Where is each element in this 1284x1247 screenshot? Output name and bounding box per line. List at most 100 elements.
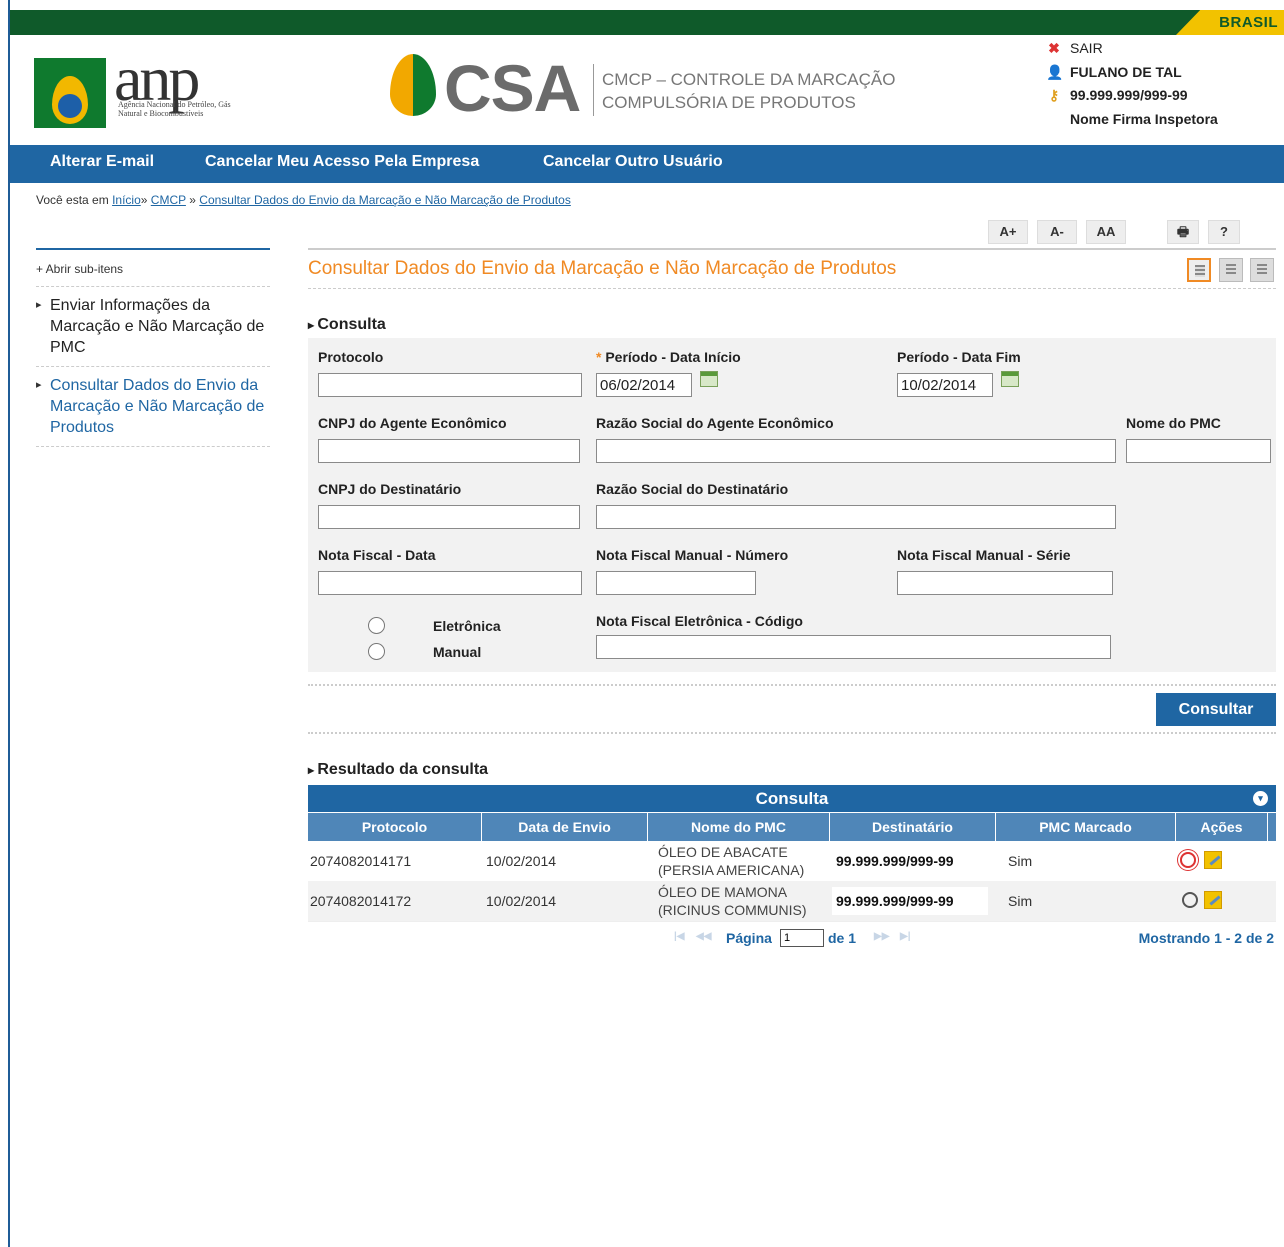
csa-subtitle-line1: CMCP – CONTROLE DA MARCAÇÃO <box>602 70 896 89</box>
view-full-icon[interactable] <box>1250 258 1274 282</box>
nf-eletronica-input[interactable] <box>596 635 1111 659</box>
breadcrumb-separator: » <box>140 193 148 207</box>
view-columns-icon[interactable] <box>1219 258 1243 282</box>
cell-nome-pmc-line2: (PERSIA AMERICANA) <box>658 862 805 878</box>
calendar-icon[interactable] <box>1001 371 1019 387</box>
logout-link[interactable]: ✖ SAIR <box>1046 38 1284 62</box>
calendar-icon[interactable] <box>700 371 718 387</box>
user-cnpj: 99.999.999/999-99 <box>1070 87 1188 103</box>
breadcrumb-current[interactable]: Consultar Dados do Envio da Marcação e N… <box>199 193 571 207</box>
view-details-icon[interactable] <box>1180 852 1196 868</box>
anp-logo[interactable]: anp Agência Nacional do Petróleo, Gás Na… <box>34 43 244 133</box>
print-icon[interactable]: 🖶 <box>1167 220 1199 244</box>
logout-label: SAIR <box>1070 40 1103 56</box>
breadcrumb-cmcp[interactable]: CMCP <box>151 193 186 207</box>
cnpj-agente-label: CNPJ do Agente Econômico <box>318 415 507 431</box>
grid-caption: Consulta ▾ <box>308 785 1276 812</box>
collapse-icon[interactable]: ▾ <box>1253 791 1268 806</box>
prev-page-icon[interactable]: ◀◀ <box>696 931 711 942</box>
data-inicio-input[interactable] <box>596 373 692 397</box>
nf-data-input[interactable] <box>318 571 582 595</box>
nf-manual-serie-input[interactable] <box>897 571 1113 595</box>
radio-manual[interactable] <box>368 643 385 660</box>
edit-icon[interactable] <box>1204 851 1222 869</box>
government-bar: BRASIL <box>10 10 1284 35</box>
sidebar-toggle[interactable]: + Abrir sub-itens <box>36 248 270 287</box>
breadcrumb-inicio[interactable]: Início <box>112 193 141 207</box>
cell-pmc-marcado: Sim <box>1008 893 1033 909</box>
cell-nome-pmc: ÓLEO DE MAMONA (RICINUS COMMUNIS) <box>658 881 807 921</box>
view-list-icon[interactable] <box>1187 258 1211 282</box>
showing-count: Mostrando 1 - 2 de 2 <box>1138 930 1274 946</box>
razao-agente-label: Razão Social do Agente Econômico <box>596 415 834 431</box>
table-row[interactable]: 2074082014172 10/02/2014 ÓLEO DE MAMONA … <box>308 881 1276 921</box>
section-resultado-heading[interactable]: Resultado da consulta <box>308 761 488 779</box>
cell-protocolo: 2074082014171 <box>310 853 412 869</box>
razao-agente-input[interactable] <box>596 439 1116 463</box>
cell-nome-pmc-line1: ÓLEO DE ABACATE <box>658 844 788 860</box>
sidebar-item-consultar[interactable]: Consultar Dados do Envio da Marcação e N… <box>36 367 270 447</box>
first-page-icon[interactable]: |◀ <box>674 931 685 942</box>
font-decrease-button[interactable]: A- <box>1037 220 1077 244</box>
font-increase-button[interactable]: A+ <box>988 220 1028 244</box>
view-details-icon[interactable] <box>1182 892 1198 908</box>
anp-drop-icon <box>52 76 88 124</box>
page-label: Página <box>726 930 772 946</box>
nf-manual-numero-input[interactable] <box>596 571 756 595</box>
user-firm-row: Nome Firma Inspetora <box>1046 109 1284 133</box>
radio-eletronica-label: Eletrônica <box>433 618 501 634</box>
cell-nome-pmc: ÓLEO DE ABACATE (PERSIA AMERICANA) <box>658 841 804 881</box>
data-fim-input[interactable] <box>897 373 993 397</box>
anp-logo-subtitle: Agência Nacional do Petróleo, Gás Natura… <box>118 100 231 118</box>
csa-drop-icon <box>390 54 436 116</box>
font-reset-button[interactable]: AA <box>1086 220 1126 244</box>
column-nome-pmc[interactable]: Nome do PMC <box>648 813 830 842</box>
user-name-row: 👤 FULANO DE TAL <box>1046 62 1284 86</box>
last-page-icon[interactable]: ▶| <box>900 931 911 942</box>
user-cnpj-row: ⚷ 99.999.999/999-99 <box>1046 85 1284 109</box>
nav-cancelar-meu-acesso[interactable]: Cancelar Meu Acesso Pela Empresa <box>205 145 479 183</box>
cnpj-dest-input[interactable] <box>318 505 580 529</box>
cnpj-agente-input[interactable] <box>318 439 580 463</box>
nome-pmc-input[interactable] <box>1126 439 1271 463</box>
nf-eletronica-label: Nota Fiscal Eletrônica - Código <box>596 613 803 629</box>
nf-manual-numero-label: Nota Fiscal Manual - Número <box>596 547 789 563</box>
table-row[interactable]: 2074082014171 10/02/2014 ÓLEO DE ABACATE… <box>308 841 1276 881</box>
page-input[interactable] <box>780 929 824 947</box>
brasil-brand[interactable]: BRASIL <box>1176 10 1284 35</box>
column-pmc-marcado[interactable]: PMC Marcado <box>996 813 1176 842</box>
close-icon: ✖ <box>1048 40 1060 56</box>
nf-data-label: Nota Fiscal - Data <box>318 547 436 563</box>
title-dots <box>308 288 1276 289</box>
column-protocolo[interactable]: Protocolo <box>308 813 482 842</box>
title-divider <box>308 248 1276 250</box>
radio-eletronica[interactable] <box>368 617 385 634</box>
nav-cancelar-outro-usuario[interactable]: Cancelar Outro Usuário <box>543 145 723 183</box>
sidebar: + Abrir sub-itens Enviar Informações da … <box>36 248 270 447</box>
protocolo-input[interactable] <box>318 373 582 397</box>
user-name: FULANO DE TAL <box>1070 63 1182 80</box>
edit-icon[interactable] <box>1204 891 1222 909</box>
section-consulta-heading[interactable]: Consulta <box>308 316 385 334</box>
sidebar-item-enviar[interactable]: Enviar Informações da Marcação e Não Mar… <box>36 287 270 367</box>
cell-pmc-marcado: Sim <box>1008 853 1033 869</box>
user-firm: Nome Firma Inspetora <box>1070 110 1218 127</box>
column-acoes[interactable]: Ações <box>1176 813 1268 842</box>
column-destinatario[interactable]: Destinatário <box>830 813 996 842</box>
nav-alterar-email[interactable]: Alterar E-mail <box>50 145 154 183</box>
grid-caption-text: Consulta <box>755 789 829 808</box>
user-box: ✖ SAIR 👤 FULANO DE TAL ⚷ 99.999.999/999-… <box>1046 38 1284 132</box>
consultar-button[interactable]: Consultar <box>1156 693 1276 726</box>
help-icon[interactable]: ? <box>1208 220 1240 244</box>
radio-manual-label: Manual <box>433 644 482 660</box>
cell-data-envio: 10/02/2014 <box>486 893 557 909</box>
next-page-icon[interactable]: ▶▶ <box>874 931 889 942</box>
protocolo-label: Protocolo <box>318 349 384 365</box>
anp-logo-mark <box>34 58 106 128</box>
column-data-envio[interactable]: Data de Envio <box>482 813 648 842</box>
main-nav: Alterar E-mail Cancelar Meu Acesso Pela … <box>10 145 1284 183</box>
csa-subtitle-line2: COMPULSÓRIA DE PRODUTOS <box>602 93 856 112</box>
cell-nome-pmc-line1: ÓLEO DE MAMONA <box>658 884 788 900</box>
razao-dest-input[interactable] <box>596 505 1116 529</box>
data-fim-label: Período - Data Fim <box>897 349 1021 365</box>
